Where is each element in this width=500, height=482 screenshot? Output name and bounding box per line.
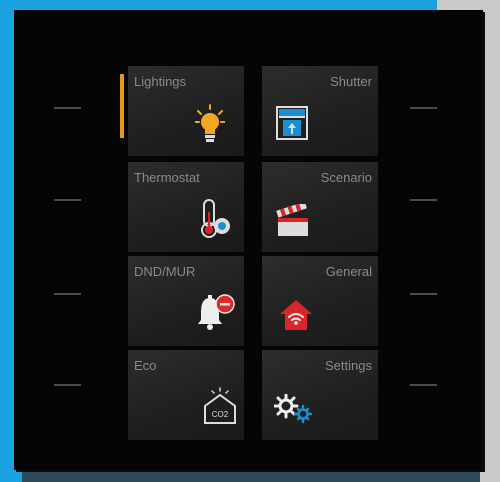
tile-thermostat[interactable]: Thermostat [128,162,244,252]
shutter-icon [276,106,308,140]
tile-shutter[interactable]: Shutter [262,66,378,156]
left-dash-3 [54,293,81,295]
lightbulb-icon [195,104,225,142]
co2-house-icon: CO2 [204,387,236,424]
left-dash-2 [54,199,81,201]
tile-label: Eco [134,358,157,373]
right-dash-4 [410,384,437,386]
bell-icon [198,294,235,330]
device-shadow-bottom [22,470,480,482]
keypad-panel: Lightings Shutter Thermostat Scenario DN… [14,10,483,470]
tile-label: Lightings [134,74,187,89]
right-dash-1 [410,107,437,109]
tile-label: DND/MUR [134,264,196,279]
right-dash-2 [410,199,437,201]
tile-label: Shutter [330,74,372,89]
clapperboard-icon [276,204,308,236]
lightings-indicator [120,74,124,138]
tile-label: Settings [325,358,372,373]
tile-eco[interactable]: Eco CO2 [128,350,244,440]
left-dash-4 [54,384,81,386]
tile-lightings[interactable]: Lightings [128,66,244,156]
tile-dnd-mur[interactable]: DND/MUR [128,256,244,346]
thermometer-icon [201,199,230,238]
right-dash-3 [410,293,437,295]
tile-settings[interactable]: Settings [262,350,378,440]
co2-label: CO2 [212,410,229,419]
home-wifi-icon [280,300,312,330]
tile-label: Thermostat [134,170,200,185]
gears-icon [274,394,313,424]
left-dash-1 [54,107,81,109]
tile-label: Scenario [320,170,372,185]
keypad-grid: Lightings Shutter Thermostat Scenario DN… [128,66,378,441]
tile-scenario[interactable]: Scenario [262,162,378,252]
tile-general[interactable]: General [262,256,378,346]
tile-label: General [325,264,372,279]
